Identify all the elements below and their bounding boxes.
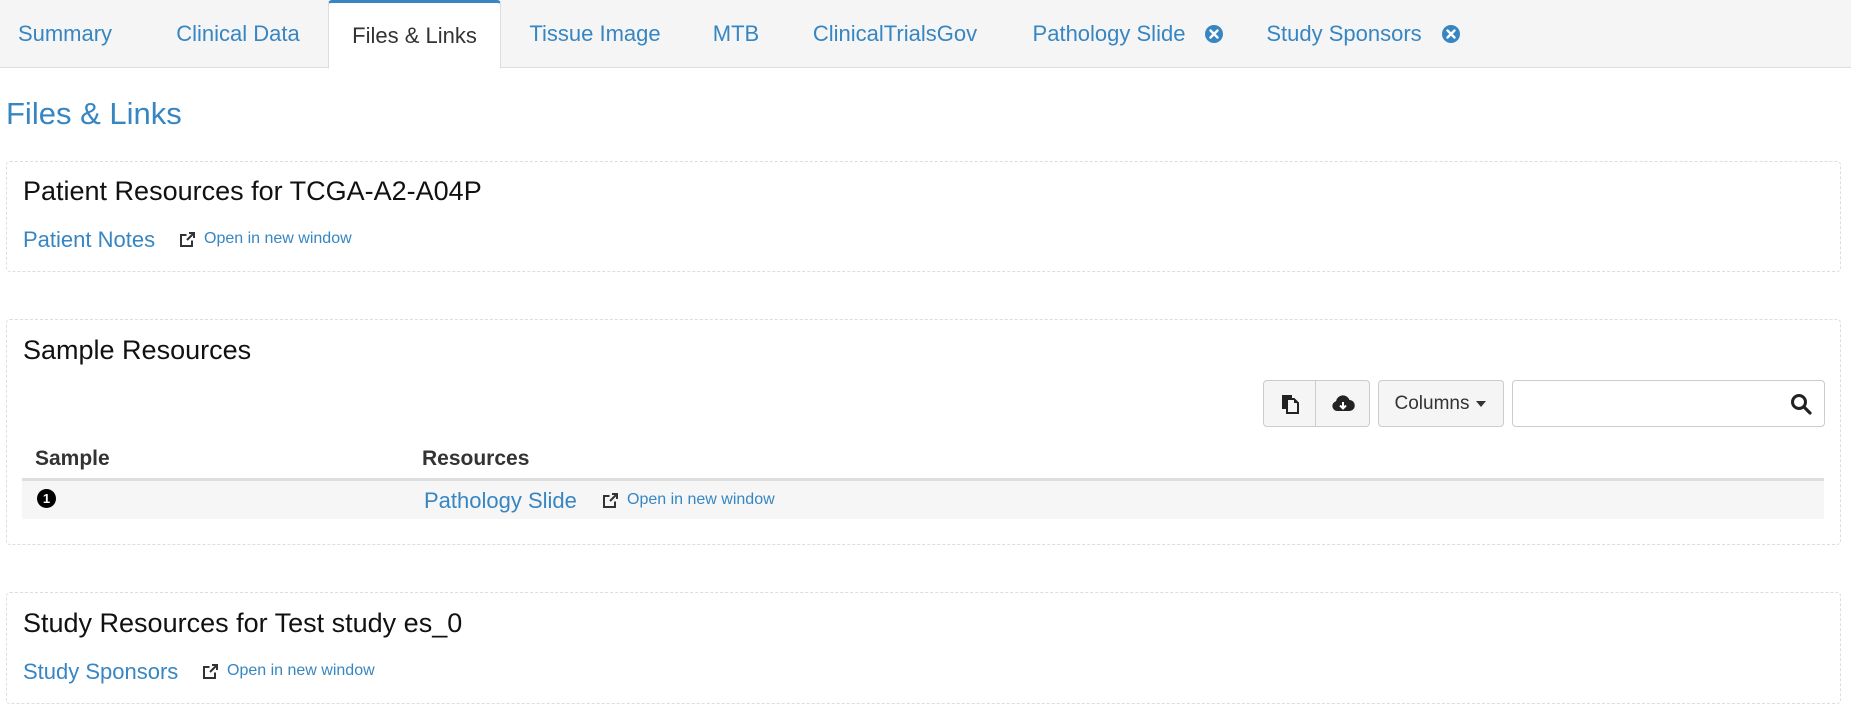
sample-badge: 1 <box>37 489 56 508</box>
close-icon[interactable] <box>1441 25 1460 43</box>
table-row: 1 Pathology Slide Open in new window <box>22 481 1824 519</box>
tab-tissue-image[interactable]: Tissue Image <box>512 0 678 68</box>
external-link-icon <box>180 231 195 247</box>
caret-down-icon <box>1476 400 1487 407</box>
tab-bar: Summary Clinical Data Files & Links Tiss… <box>0 0 1851 69</box>
sample-resources-title: Sample Resources <box>23 335 252 365</box>
search-input[interactable] <box>1513 381 1783 426</box>
column-header-sample[interactable]: Sample <box>35 447 110 471</box>
tab-clinical-data[interactable]: Clinical Data <box>150 0 326 68</box>
tab-summary[interactable]: Summary <box>0 0 130 68</box>
study-sponsors-link[interactable]: Study Sponsors <box>23 659 178 685</box>
tab-study-sponsors[interactable]: Study Sponsors <box>1258 0 1468 68</box>
external-link-icon <box>603 492 618 508</box>
open-new-window-label: Open in new window <box>204 230 352 247</box>
page-title: Files & Links <box>6 96 182 131</box>
tab-study-sponsors-label: Study Sponsors <box>1266 21 1422 46</box>
download-button[interactable] <box>1315 380 1370 427</box>
patient-resources-panel: Patient Resources for TCGA-A2-A04P Patie… <box>6 161 1841 272</box>
cloud-download-icon <box>1331 394 1355 411</box>
patient-notes-open-new-window[interactable]: Open in new window <box>179 230 352 248</box>
search-field[interactable] <box>1512 380 1825 427</box>
copy-button[interactable] <box>1263 380 1316 427</box>
study-resources-panel: Study Resources for Test study es_0 Stud… <box>6 592 1841 704</box>
pathology-slide-open-new-window[interactable]: Open in new window <box>602 491 775 509</box>
search-icon[interactable] <box>1790 393 1812 415</box>
copy-icon <box>1281 394 1299 414</box>
close-icon[interactable] <box>1205 25 1224 43</box>
patient-resources-title: Patient Resources for TCGA-A2-A04P <box>23 176 482 206</box>
columns-dropdown[interactable]: Columns <box>1378 380 1504 427</box>
open-new-window-label: Open in new window <box>627 491 775 508</box>
tab-clinicaltrialsgov[interactable]: ClinicalTrialsGov <box>800 0 990 68</box>
tab-pathology-slide-label: Pathology Slide <box>1032 21 1186 46</box>
tab-files-and-links[interactable]: Files & Links <box>328 0 501 69</box>
pathology-slide-link[interactable]: Pathology Slide <box>424 488 577 514</box>
columns-label: Columns <box>1394 392 1470 414</box>
external-link-icon <box>203 663 218 679</box>
patient-notes-link[interactable]: Patient Notes <box>23 227 155 253</box>
tab-pathology-slide[interactable]: Pathology Slide <box>1018 0 1238 68</box>
study-resources-title: Study Resources for Test study es_0 <box>23 608 463 638</box>
tab-mtb[interactable]: MTB <box>690 0 782 68</box>
open-new-window-label: Open in new window <box>227 662 375 679</box>
study-sponsors-open-new-window[interactable]: Open in new window <box>202 662 375 680</box>
column-header-resources[interactable]: Resources <box>422 447 529 471</box>
